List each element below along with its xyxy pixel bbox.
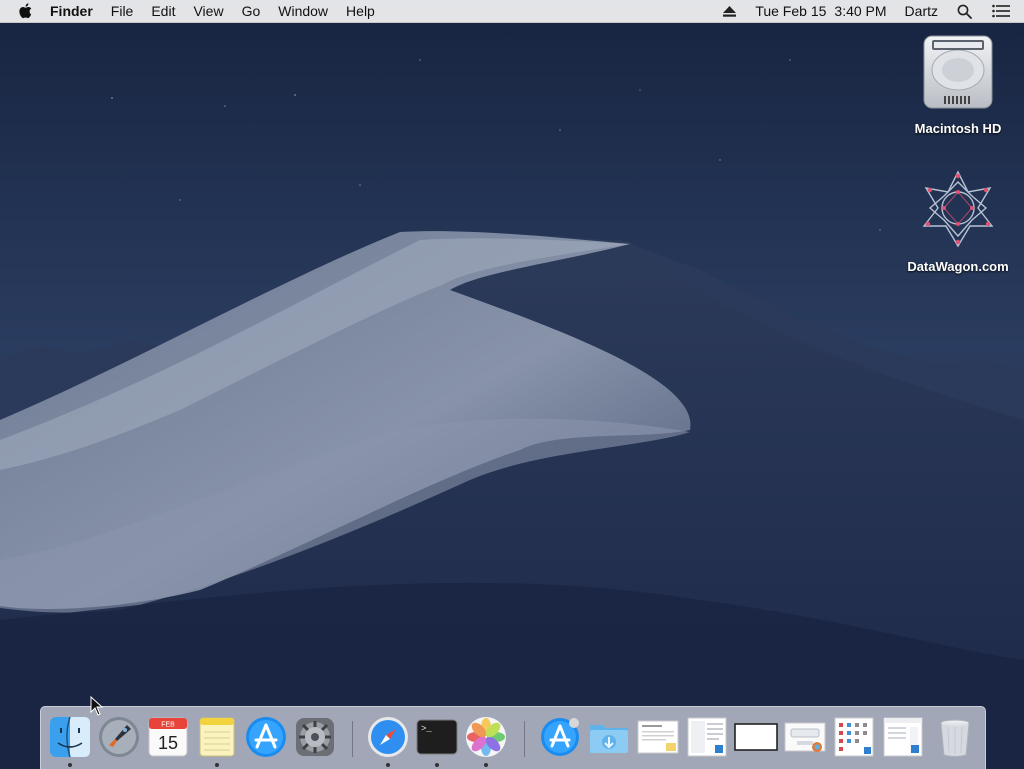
calendar-day: 15 — [158, 733, 178, 753]
menu-view[interactable]: View — [184, 0, 232, 22]
document-thumbnail-icon — [883, 717, 923, 757]
notes-icon — [199, 717, 235, 757]
dock-window-1[interactable] — [734, 715, 778, 759]
dock-app-store-installer[interactable] — [538, 715, 582, 759]
menu-bar: Finder File Edit View Go Window Help Tue… — [0, 0, 1024, 23]
dock-document-4[interactable] — [832, 715, 876, 759]
clock-date[interactable]: Tue Feb 15 — [746, 0, 830, 22]
dock-safari[interactable] — [366, 715, 410, 767]
menu-go[interactable]: Go — [233, 0, 270, 22]
clock-time[interactable]: 3:40 PM — [830, 0, 895, 22]
document-thumbnail-icon — [834, 717, 874, 757]
dock-finder[interactable] — [48, 715, 92, 767]
finder-icon — [50, 716, 90, 758]
calendar-icon: FEB 15 — [148, 717, 188, 757]
dock-document-5[interactable] — [881, 715, 925, 759]
downloads-folder-icon — [590, 725, 628, 753]
running-indicator — [435, 763, 439, 767]
running-indicator — [215, 763, 219, 767]
dock-photos[interactable] — [464, 715, 508, 767]
desktop-icon-macintosh-hd[interactable]: Macintosh HD — [903, 32, 1013, 136]
desktop-icon-label: DataWagon.com — [907, 259, 1009, 274]
safari-icon — [368, 717, 408, 757]
photos-icon — [466, 717, 506, 757]
dock-trash[interactable] — [933, 715, 977, 759]
dock-calendar[interactable]: FEB 15 — [146, 715, 190, 759]
launchpad-icon — [99, 717, 139, 757]
running-indicator — [68, 763, 72, 767]
dock-document-3[interactable] — [783, 715, 827, 759]
apple-menu-icon[interactable] — [0, 0, 44, 22]
desktop-icon-datawagon[interactable]: DataWagon.com — [903, 168, 1013, 274]
dock-app-store[interactable] — [244, 715, 288, 759]
window-thumbnail-icon — [734, 723, 778, 751]
menu-file[interactable]: File — [102, 0, 143, 22]
list-icon[interactable] — [982, 0, 1024, 22]
desktop-wallpaper — [0, 0, 1024, 768]
dock: FEB 15 >_ — [40, 706, 986, 769]
menu-app-finder[interactable]: Finder — [44, 0, 102, 22]
app-store-icon — [246, 717, 286, 757]
running-indicator — [484, 763, 488, 767]
dock-document-2[interactable] — [685, 715, 729, 759]
document-thumbnail-icon — [784, 722, 826, 752]
document-thumbnail-icon — [637, 720, 679, 754]
terminal-prompt: >_ — [421, 724, 432, 734]
desktop-icon-label: Macintosh HD — [914, 121, 1002, 136]
terminal-icon: >_ — [416, 719, 458, 755]
eject-icon[interactable] — [713, 0, 746, 22]
dock-separator — [352, 721, 353, 757]
mouse-cursor-icon — [90, 696, 104, 716]
dock-downloads[interactable] — [587, 715, 631, 759]
menu-window[interactable]: Window — [269, 0, 337, 22]
hard-drive-icon — [903, 32, 1013, 117]
document-thumbnail-icon — [687, 717, 727, 757]
app-store-icon — [541, 718, 579, 756]
dock-notes[interactable] — [195, 715, 239, 767]
menu-help[interactable]: Help — [337, 0, 384, 22]
user-menu[interactable]: Dartz — [896, 0, 947, 22]
search-icon[interactable] — [947, 0, 982, 22]
dock-system-preferences[interactable] — [293, 715, 337, 759]
running-indicator — [386, 763, 390, 767]
dock-launchpad[interactable] — [97, 715, 141, 759]
gear-icon — [296, 718, 334, 756]
trash-icon — [940, 719, 970, 757]
dock-document-1[interactable] — [636, 715, 680, 759]
menu-edit[interactable]: Edit — [142, 0, 184, 22]
calendar-month: FEB — [161, 722, 175, 729]
dock-terminal[interactable]: >_ — [415, 715, 459, 767]
datawagon-logo-icon — [903, 168, 1013, 255]
dock-separator — [524, 721, 525, 757]
